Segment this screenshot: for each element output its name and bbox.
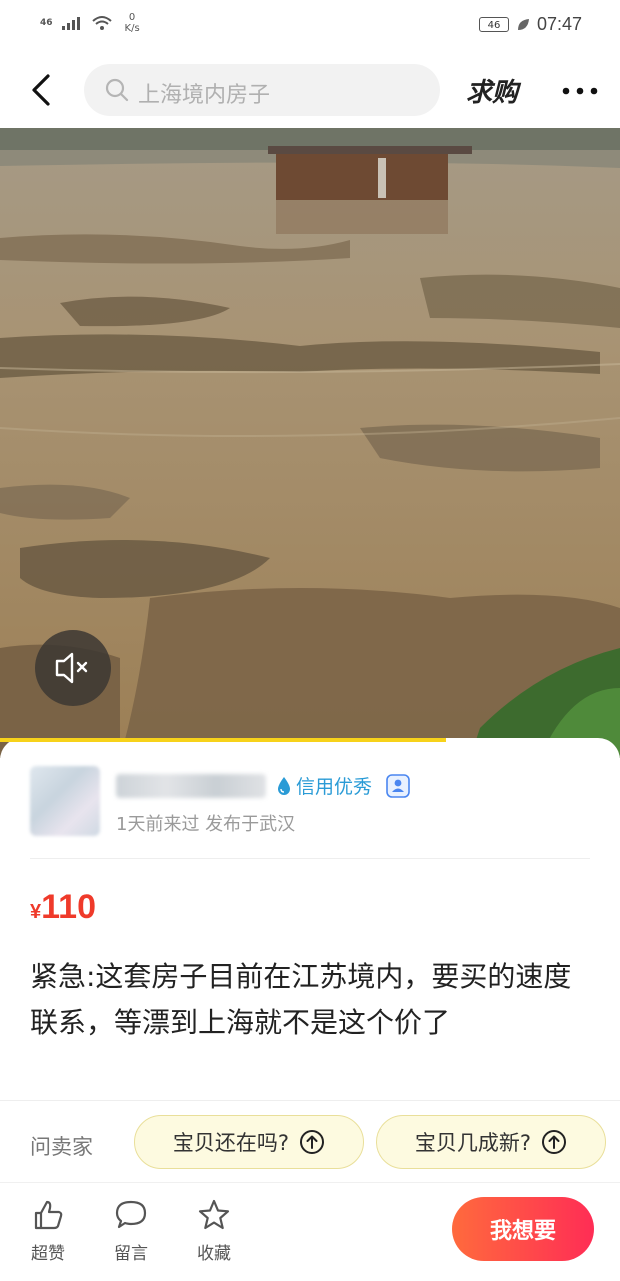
status-left: 46 0 K/s [40, 12, 140, 34]
search-input[interactable]: 上海境内房子 [84, 64, 440, 116]
comment-button[interactable]: 留言 [101, 1197, 161, 1264]
ask-seller-label[interactable]: 问卖家 [30, 1131, 93, 1161]
favorite-label: 收藏 [197, 1244, 231, 1264]
question-label: 宝贝几成新? [414, 1131, 532, 1155]
listing-description: 紧急:这套房子目前在江苏境内，要买的速度联系，等漂到上海就不是这个价了 [30, 960, 572, 1039]
quick-question-bar: 问卖家 宝贝还在吗? 宝贝几成新? [0, 1100, 620, 1183]
wifi-icon [91, 16, 112, 30]
back-button[interactable] [22, 70, 62, 110]
water-drop-icon [278, 776, 290, 795]
comment-label: 留言 [114, 1244, 148, 1264]
price: ¥110 [30, 888, 96, 927]
verified-user-icon [386, 773, 410, 798]
credit-label: 信用优秀 [296, 776, 373, 798]
top-nav-bar: 上海境内房子 求购 [0, 52, 620, 128]
mute-button[interactable] [35, 630, 111, 706]
search-placeholder: 上海境内房子 [138, 83, 271, 108]
chat-bubble-icon [115, 1200, 147, 1229]
qiugou-button[interactable]: 求购 [466, 72, 518, 109]
question-still-available-button[interactable]: 宝贝还在吗? [134, 1115, 364, 1169]
favorite-button[interactable]: 收藏 [184, 1197, 244, 1264]
price-value: 110 [41, 888, 96, 926]
like-button[interactable]: 超赞 [18, 1197, 78, 1264]
like-label: 超赞 [31, 1244, 65, 1264]
thumbs-up-icon [34, 1200, 63, 1230]
more-button[interactable] [560, 76, 600, 106]
status-bar: 46 0 K/s 46 07:47 [0, 0, 620, 52]
network-type: 46 [40, 17, 53, 28]
leaf-icon [517, 18, 529, 30]
status-right: 46 07:47 [478, 14, 582, 35]
speed-value: 0 [128, 12, 136, 23]
star-icon [198, 1199, 230, 1230]
network-speed: 0 K/s [125, 12, 140, 34]
arrow-up-circle-icon [542, 1130, 567, 1154]
arrow-up-circle-icon [300, 1130, 325, 1154]
more-dots-icon [562, 87, 598, 95]
credit-badge[interactable]: 信用优秀 [276, 772, 410, 799]
clock: 07:47 [536, 14, 582, 34]
battery-indicator: 46 [478, 17, 509, 32]
bottom-action-bar: 超赞 留言 收藏 我想要 [0, 1182, 620, 1281]
seller-avatar[interactable] [30, 766, 100, 836]
seller-activity-location: 1天前来过 发布于武汉 [116, 814, 296, 835]
video-progress-bar[interactable] [0, 738, 446, 742]
search-icon [105, 78, 129, 102]
signal-icon [61, 17, 80, 30]
speaker-muted-icon [55, 652, 88, 684]
divider [30, 858, 590, 859]
question-label: 宝贝还在吗? [172, 1131, 290, 1155]
currency-symbol: ¥ [30, 901, 42, 923]
question-condition-button[interactable]: 宝贝几成新? [376, 1115, 606, 1169]
speed-unit: K/s [124, 23, 140, 34]
seller-name-blurred[interactable] [116, 774, 266, 798]
want-button[interactable]: 我想要 [452, 1197, 594, 1261]
chevron-left-icon [32, 74, 50, 106]
